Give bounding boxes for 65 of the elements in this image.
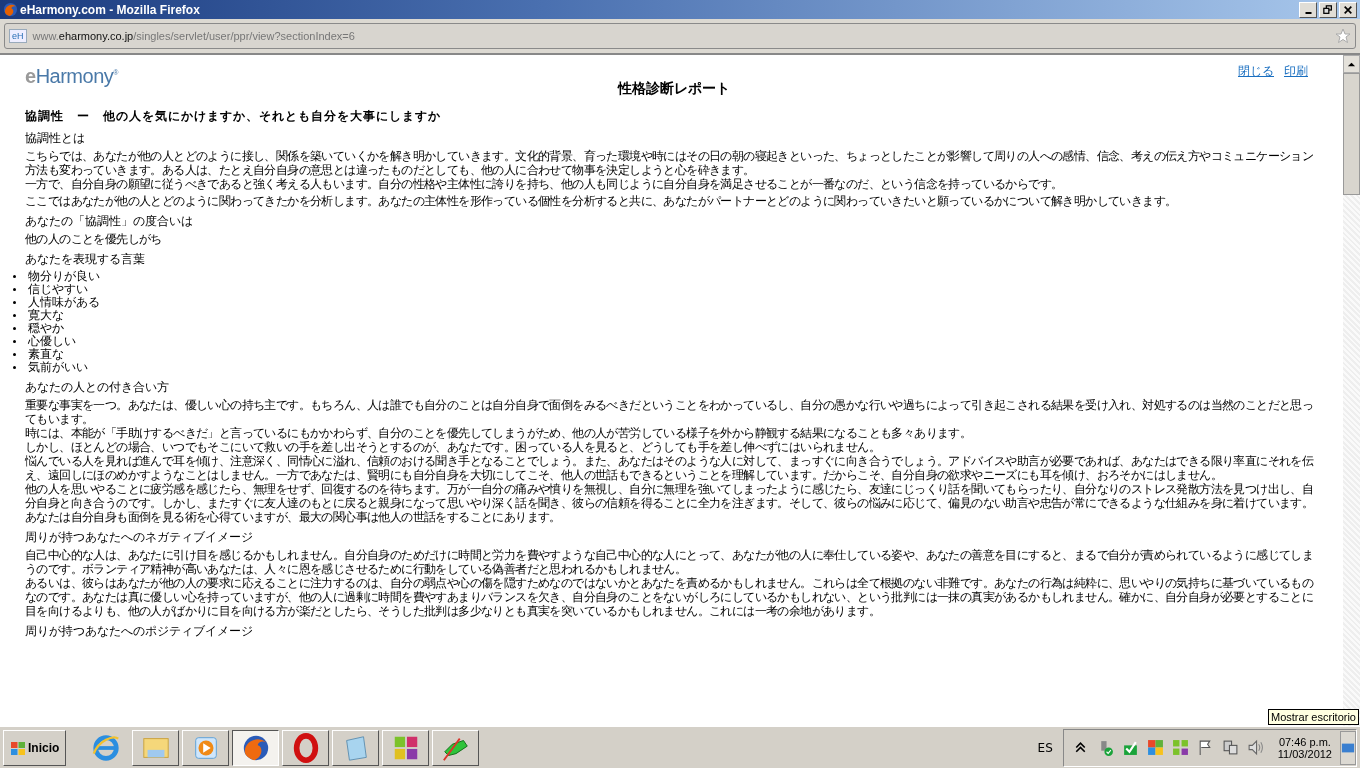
bullet-icon	[13, 301, 16, 304]
window-title: eHarmony.com - Mozilla Firefox	[20, 2, 200, 17]
colored-squares-icon[interactable]	[1146, 739, 1164, 756]
close-icon	[1343, 4, 1353, 15]
list-item: 気前がいい	[28, 361, 88, 374]
bullet-icon	[13, 340, 16, 343]
list-item: 信じやすい	[28, 283, 88, 296]
clock-date: 11/03/2012	[1277, 747, 1332, 760]
globe-icon	[3, 2, 18, 17]
bullet-icon	[13, 275, 16, 278]
minimize-icon	[1304, 11, 1312, 14]
page-link[interactable]: 閉じる	[1238, 63, 1274, 80]
paragraph: 他の人のことを優先しがち	[25, 232, 163, 246]
bullet-icon	[13, 366, 16, 369]
list-item: 素直な	[28, 348, 64, 361]
section-heading: 周りが持つあなたへのポジティブイメージ	[25, 623, 254, 640]
address-field[interactable]: eH www.eharmony.co.jp/singles/servlet/user/ppr/view?sectionIndex=6	[4, 23, 1356, 49]
bullet-icon	[13, 327, 16, 330]
tiles-icon[interactable]	[1171, 739, 1189, 756]
list-item: 心優しい	[28, 335, 76, 348]
restore-button[interactable]	[1319, 1, 1337, 18]
scrollbar-thumb[interactable]	[1343, 73, 1360, 195]
bullet-icon	[13, 314, 16, 317]
site-icon: eH	[9, 29, 27, 43]
close-button[interactable]	[1339, 1, 1357, 18]
url-text: www.eharmony.co.jp/singles/servlet/user/ppr/view?sectionIndex=6	[32, 30, 355, 42]
browser-e-icon	[90, 732, 121, 763]
paragraph: 一方で、自分自身の願望に従うべきであると強く考える人もいます。自分の性格や主体性に誇りを持ち、他の人も同じように自分自身を満足させることが一番なのだ、という信念を持っているからです。	[25, 177, 1064, 191]
paragraph: 時には、本能が「手助けするべきだ」と言っているにもかかわらず、自分のことを優先してしまうがため、他の人が苦労している様子を外から静観する結果になることも多々あります。	[25, 426, 973, 440]
section-heading: 協調性とは	[25, 130, 86, 147]
list-item: 寛大な	[28, 309, 64, 322]
section-heading: あなたの「協調性」の度合いは	[25, 213, 194, 230]
paragraph: 自己中心的な人は、あなたに引け目を感じるかもしれません。自分自身のためだけに時間と労力を費やすような自己中心的な人にとって、あなたが他の人に奉仕している姿や、あなたの善意を目にすると、まるで自分が責められているように感じてしまうのです。ボランティア精神が高いあなたは、人々に恩を感じさせるために行動をしている偽善者だと思われるかもしれません。	[25, 548, 1315, 576]
language-indicator[interactable]: ES	[1037, 740, 1053, 755]
paragraph: こちらでは、あなたが他の人とどのように接し、関係を築いていくかを解き明かしていきます。文化的背景、育った環境や時にはその日の朝の寝起きといった、ちょっとしたことが影響して周りの人への感情、信念、考えの伝え方やコミュニケーション方法も変わっていきます。ある人は、たとえ自分自身の意思とは違ったものだとしても、他の人に合わせて物事を決定しようと心を砕きます。	[25, 149, 1315, 177]
section-heading: あなたの人との付き合い方	[25, 379, 170, 396]
page-link[interactable]: 印刷	[1284, 63, 1308, 80]
network-icon[interactable]	[1221, 739, 1239, 756]
clock-time: 07:46 p.m.	[1278, 735, 1331, 748]
tooltip: Mostrar escritorio	[1268, 709, 1359, 725]
star-icon[interactable]	[1335, 28, 1351, 44]
logo: eHarmony$^{®}$	[25, 65, 118, 88]
windows-logo-icon	[10, 739, 26, 756]
report-title: 性格診断レポート	[616, 80, 731, 98]
paragraph: 重要な事実を一つ。あなたは、優しい心の持ち主です。もちろん、人は誰でも自分のことは自分自身で面倒をみるべきだということをわかっているし、自分の愚かな行いや過ちによって引き起こされる結果を受け入れ、対処するのは当然のことだと思ってもいます。	[25, 398, 1315, 426]
check-icon[interactable]	[1121, 739, 1139, 756]
speaker-icon[interactable]	[1246, 739, 1264, 756]
bullet-icon	[13, 353, 16, 356]
list-item: 穏やか	[28, 322, 64, 335]
list-item: 人情味がある	[28, 296, 100, 309]
paragraph: ここではあなたが他の人とどのように関わってきたかを分析します。あなたの主体性を形作っている個性を分析すると共に、あなたがパートナーとどのように関わっていきたいと願っているかについて解き明かしていきます。	[25, 194, 1178, 208]
minimize-button[interactable]	[1299, 1, 1317, 18]
bullet-icon	[13, 288, 16, 291]
paragraph: 悩んでいる人を見れば進んで耳を傾け、注意深く、同情心に溢れ、信頼のおける聞き手となることでしょう。また、あなたはそのような人に対して、まっすぐに向き合うでしょう。アドバイスや助言が必要であれば、あなたはできる限り率直にそれを伝え、遠回しにほのめかすようなことはしません。一方であなたは、賢明にも自分自身を大切にしてこそ、他人の世話もできるということを理解しています。だからこそ、自分自身の欲求やニーズにも耳を傾け、おろそかにはしません。	[25, 454, 1315, 482]
section-title: 協調性 ー 他の人を気にかけますか、それとも自分を大事にしますか	[25, 108, 442, 125]
paragraph: あるいは、彼らはあなたが他の人の要求に応えることに注力するのは、自分の弱点や心の傷を隠すためなのではないかとあなたを責めるかもしれません。これらは全て根拠のない非難です。あなたの行為は純粋に、思いやりの気持ちに基づいているものなのです。あなたは真に優しい心を持っていますが、他の人に過剰に時間を費やすあまりバランスを欠き、自分自身のことをないがしろにしているかもしれない、という批判には一抹の真実があるかもしれません。確かに、自分自身が必要とすることに目を向けるよりも、他の人がばかりに目を向ける方が楽だとしたら、そうした批判は多少なりとも真実を突いているかもしれません。これには一考の余地があります。	[25, 576, 1315, 618]
start-button[interactable]: Inicio	[3, 729, 67, 766]
section-heading: 周りが持つあなたへのネガティブイメージ	[25, 529, 254, 546]
show-desktop-button[interactable]	[1340, 730, 1356, 765]
taskbar-app[interactable]	[232, 729, 280, 766]
section-heading: あなたを表現する言葉	[25, 251, 146, 268]
paragraph: 他の人を思いやることに疲労感を感じたら、無理をせず、回復するのを待ちます。万が一自分の痛みや憤りを無視し、自分に無理を強いてしまったように感じたら、友達にじっくり話を聞いてもらったり、自分なりのストレス発散方法を見つけ出し、自分自身と向き合うのです。しかし、またすぐに友人達のもとに戻ると親身になって思いやり深く話を聞き、彼らの信頼を得ることに全力を注ぎます。そして、彼らの悩みに応じて、偏見のない助言や忠告が常にできるような仕組みを身に着けています。あなたは自分自身も面倒を見る術を心得ていますが、最大の関心事は他人の世話をすることにあります。	[25, 482, 1315, 524]
paragraph: しかし、ほとんどの場合、いつでもそこにいて救いの手を差し出そうとするのが、あなたです。困っている人を見ると、どうしても手を差し伸べずにはいられません。	[25, 440, 881, 454]
list-item: 物分りが良い	[28, 270, 100, 283]
restore-icon	[1323, 4, 1333, 15]
